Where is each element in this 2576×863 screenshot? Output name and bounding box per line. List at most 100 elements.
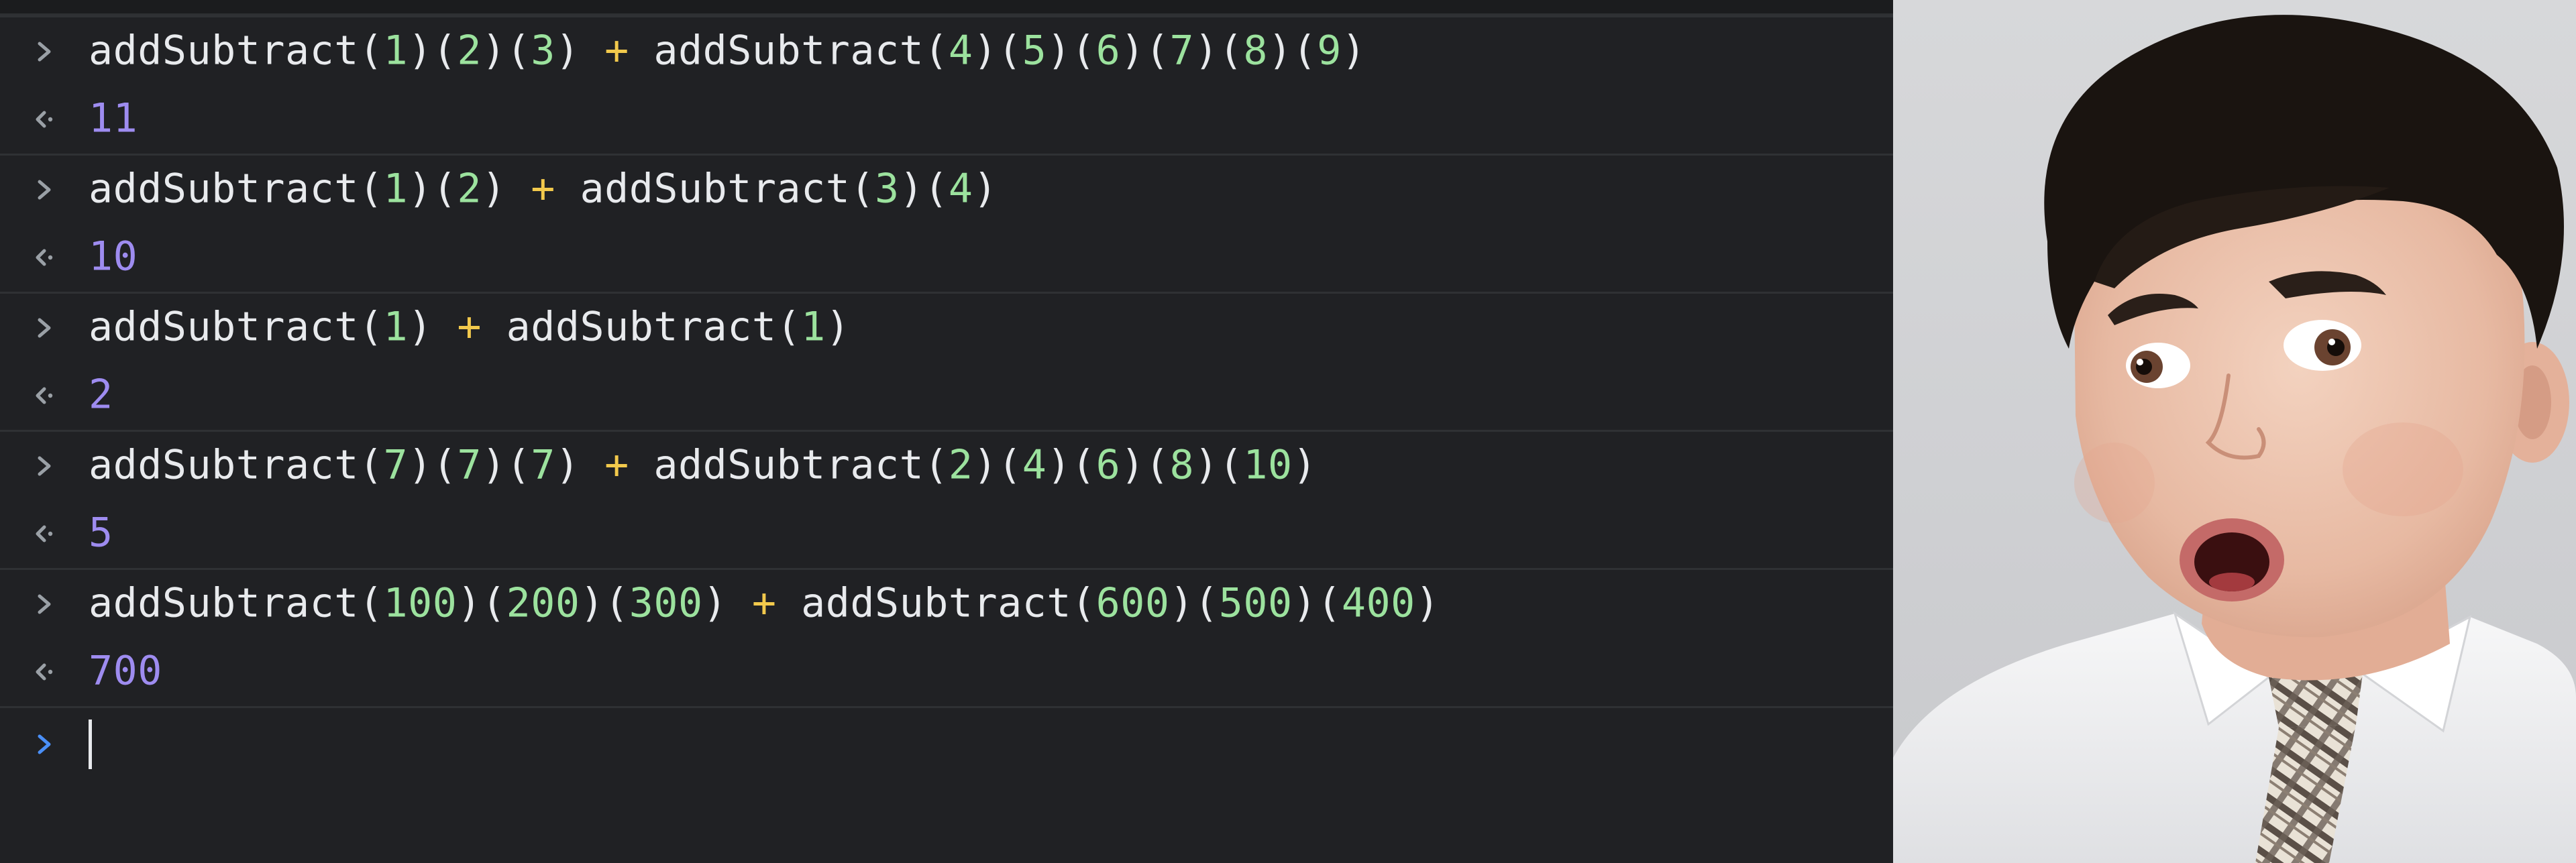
- tie-knot: [2269, 674, 2363, 728]
- code-token-paren: (: [1218, 27, 1244, 74]
- code-token-num: 1: [383, 303, 409, 351]
- code-token-paren: (: [1144, 441, 1170, 489]
- code-token-num: 4: [948, 27, 973, 74]
- code-token-paren: (: [358, 579, 384, 627]
- return-arrow-icon: [32, 657, 56, 687]
- code-token-paren: (: [924, 27, 949, 74]
- console-prompt-row[interactable]: [0, 706, 1893, 780]
- code-token-fn: addSubtract: [89, 165, 359, 213]
- code-token-op: +: [580, 441, 654, 489]
- code-token-paren: (: [998, 27, 1022, 74]
- code-token-paren: ): [1341, 27, 1366, 74]
- console-result-value: 5: [89, 509, 113, 557]
- code-token-paren: (: [998, 441, 1022, 489]
- code-token-paren: (: [1194, 579, 1219, 627]
- code-token-paren: ): [1267, 27, 1293, 74]
- code-token-num: 8: [1243, 27, 1268, 74]
- console-output-row: 10: [0, 223, 1893, 292]
- chevron-right-icon: [32, 175, 56, 205]
- console-input-code: addSubtract(100)(200)(300) + addSubtract…: [89, 579, 1440, 626]
- chevron-right-icon: [32, 589, 56, 619]
- code-token-paren: ): [1120, 27, 1145, 74]
- code-token-op: +: [506, 165, 580, 213]
- console-top-edge: [0, 0, 1893, 15]
- code-token-paren: (: [1071, 27, 1096, 74]
- code-token-paren: ): [457, 579, 482, 627]
- code-token-fn: addSubtract: [89, 27, 359, 74]
- code-token-paren: (: [776, 303, 802, 351]
- code-token-paren: ): [555, 27, 580, 74]
- code-token-num: 1: [383, 165, 409, 213]
- code-token-paren: ): [1292, 579, 1318, 627]
- code-token-paren: ): [702, 579, 728, 627]
- devtools-console[interactable]: addSubtract(1)(2)(3) + addSubtract(4)(5)…: [0, 0, 1893, 863]
- code-token-paren: ): [580, 579, 605, 627]
- code-token-paren: (: [1071, 579, 1096, 627]
- code-token-paren: ): [481, 441, 506, 489]
- code-token-num: 5: [1022, 27, 1047, 74]
- code-token-num: 6: [1095, 441, 1121, 489]
- code-token-num: 2: [948, 441, 973, 489]
- code-token-num: 6: [1095, 27, 1121, 74]
- code-token-num: 100: [383, 579, 458, 627]
- code-token-num: 10: [1243, 441, 1293, 489]
- code-token-paren: ): [1120, 441, 1145, 489]
- code-token-num: 8: [1169, 441, 1195, 489]
- code-token-paren: (: [604, 579, 629, 627]
- code-token-paren: ): [973, 27, 998, 74]
- code-token-num: 3: [874, 165, 900, 213]
- surprised-boy-photo: [1893, 0, 2576, 863]
- code-token-paren: ): [973, 165, 998, 213]
- console-input-row[interactable]: addSubtract(1)(2)(3) + addSubtract(4)(5)…: [0, 15, 1893, 85]
- code-token-fn: addSubtract: [506, 303, 777, 351]
- screenshot-root: addSubtract(1)(2)(3) + addSubtract(4)(5)…: [0, 0, 2576, 863]
- code-token-paren: ): [973, 441, 998, 489]
- code-token-paren: ): [1169, 579, 1195, 627]
- code-token-paren: (: [1218, 441, 1244, 489]
- code-token-fn: addSubtract: [580, 165, 851, 213]
- code-token-fn: addSubtract: [801, 579, 1071, 627]
- code-token-num: 4: [948, 165, 973, 213]
- code-token-paren: ): [481, 27, 506, 74]
- code-token-paren: ): [408, 441, 433, 489]
- code-token-paren: ): [1046, 27, 1071, 74]
- console-input-row[interactable]: addSubtract(100)(200)(300) + addSubtract…: [0, 568, 1893, 638]
- chevron-right-icon: [32, 37, 56, 66]
- code-token-fn: addSubtract: [89, 441, 359, 489]
- code-token-paren: (: [358, 165, 384, 213]
- code-token-num: 7: [531, 441, 555, 489]
- code-token-paren: ): [1046, 441, 1071, 489]
- return-arrow-icon: [32, 105, 56, 134]
- console-input-row[interactable]: addSubtract(1)(2) + addSubtract(3)(4): [0, 154, 1893, 223]
- console-output-row: 700: [0, 638, 1893, 706]
- console-input-row[interactable]: addSubtract(1) + addSubtract(1): [0, 292, 1893, 361]
- code-token-paren: (: [432, 441, 458, 489]
- code-token-fn: addSubtract: [653, 441, 924, 489]
- console-result-value: 10: [89, 233, 138, 280]
- code-token-op: +: [727, 579, 802, 627]
- code-token-paren: ): [1194, 27, 1219, 74]
- code-token-paren: ): [1194, 441, 1219, 489]
- code-token-num: 500: [1218, 579, 1293, 627]
- chevron-right-icon: [32, 313, 56, 343]
- return-arrow-icon: [32, 519, 56, 549]
- code-token-op: +: [580, 27, 654, 74]
- code-token-paren: (: [924, 441, 949, 489]
- code-token-fn: addSubtract: [89, 579, 359, 627]
- code-token-paren: ): [899, 165, 924, 213]
- code-token-paren: ): [408, 165, 433, 213]
- code-token-paren: ): [1292, 441, 1318, 489]
- code-token-op: +: [432, 303, 506, 351]
- code-token-fn: addSubtract: [653, 27, 924, 74]
- code-token-paren: ): [555, 441, 580, 489]
- code-token-num: 1: [801, 303, 826, 351]
- code-token-num: 200: [506, 579, 580, 627]
- code-token-num: 7: [1169, 27, 1195, 74]
- code-token-num: 9: [1317, 27, 1342, 74]
- console-input-row[interactable]: addSubtract(7)(7)(7) + addSubtract(2)(4)…: [0, 430, 1893, 500]
- code-token-num: 2: [457, 27, 482, 74]
- code-token-num: 4: [1022, 441, 1047, 489]
- console-input-code: addSubtract(1)(2) + addSubtract(3)(4): [89, 165, 998, 212]
- return-arrow-icon: [32, 381, 56, 410]
- code-token-paren: (: [506, 27, 531, 74]
